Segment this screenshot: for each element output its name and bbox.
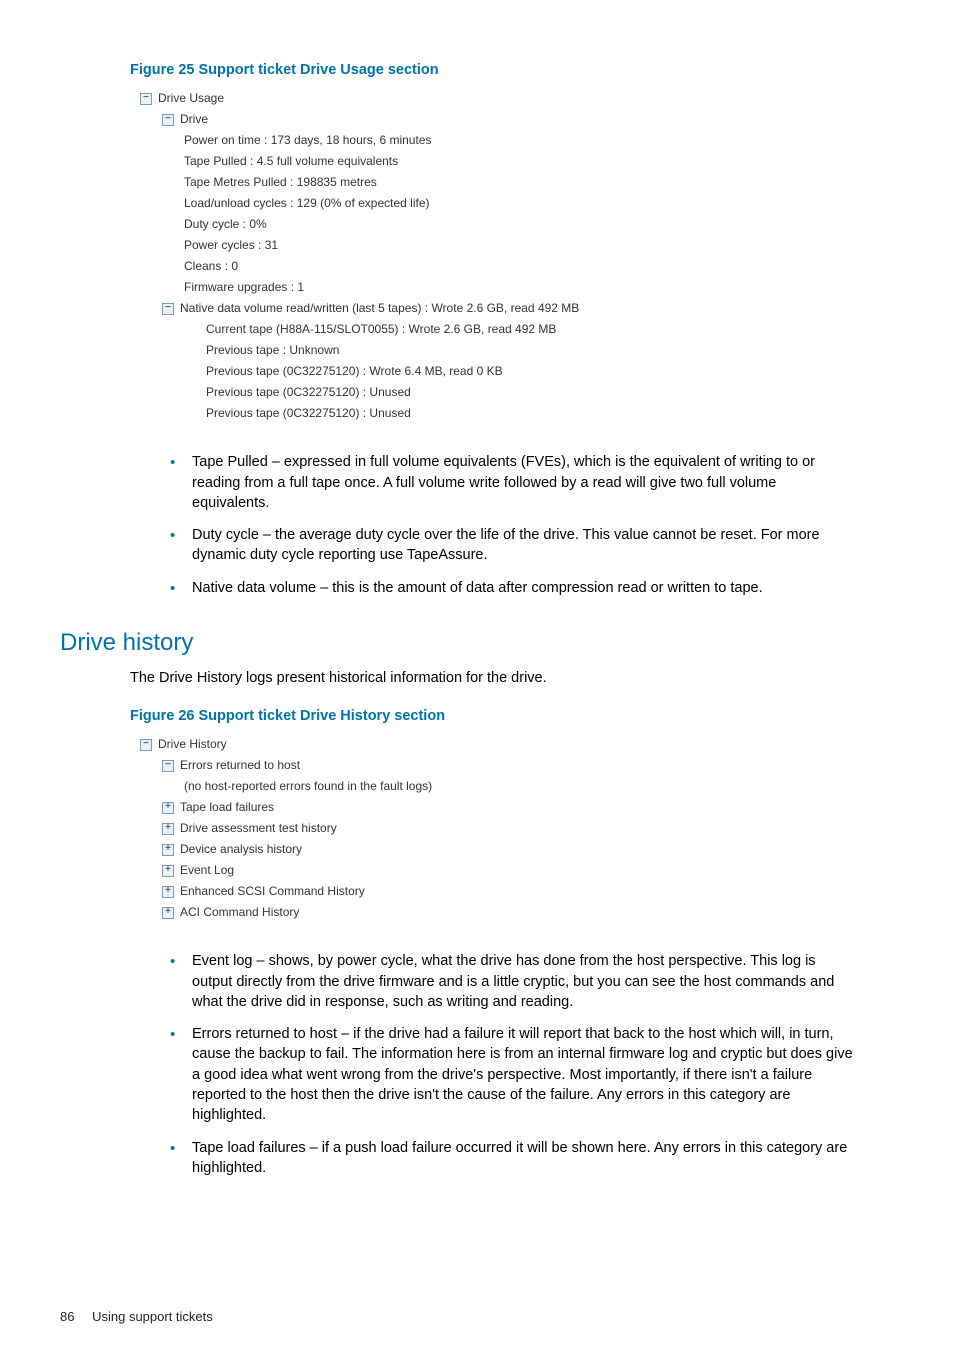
figure26-caption: Figure 26 Support ticket Drive History s…	[130, 706, 894, 726]
expand-icon[interactable]: +	[162, 907, 174, 919]
tree-leaf: Cleans : 0	[184, 256, 894, 277]
expand-icon[interactable]: +	[162, 823, 174, 835]
tree-label: Drive History	[158, 734, 227, 755]
tree-leaf: Power on time : 173 days, 18 hours, 6 mi…	[184, 130, 894, 151]
footer-title: Using support tickets	[92, 1309, 213, 1324]
tree-node-aci-history[interactable]: + ACI Command History	[162, 902, 894, 923]
tree-node-drive-history[interactable]: − Drive History	[140, 734, 894, 755]
tree-leaf: Current tape (H88A-115/SLOT0055) : Wrote…	[206, 319, 894, 340]
tree-node-native-volume[interactable]: − Native data volume read/written (last …	[162, 298, 894, 319]
tree-leaf: Previous tape (0C32275120) : Wrote 6.4 M…	[206, 361, 894, 382]
bullets-figure25: Tape Pulled – expressed in full volume e…	[170, 452, 854, 598]
figure25-caption: Figure 25 Support ticket Drive Usage sec…	[130, 60, 894, 80]
tree-leaf: Load/unload cycles : 129 (0% of expected…	[184, 193, 894, 214]
tree-leaf: Previous tape (0C32275120) : Unused	[206, 403, 894, 424]
list-item: Duty cycle – the average duty cycle over…	[170, 525, 854, 566]
section-intro: The Drive History logs present historica…	[130, 668, 894, 688]
tree-label: Tape load failures	[180, 797, 274, 818]
tree-label: Device analysis history	[180, 839, 302, 860]
tree-label: Drive assessment test history	[180, 818, 337, 839]
tree-label: Errors returned to host	[180, 755, 300, 776]
expand-icon[interactable]: +	[162, 865, 174, 877]
collapse-icon[interactable]: −	[162, 303, 174, 315]
bullets-figure26: Event log – shows, by power cycle, what …	[170, 951, 854, 1178]
tree-node-drive[interactable]: − Drive	[162, 109, 894, 130]
tree-leaf: Previous tape (0C32275120) : Unused	[206, 382, 894, 403]
tree-label: Enhanced SCSI Command History	[180, 881, 365, 902]
expand-icon[interactable]: +	[162, 844, 174, 856]
section-heading-drive-history: Drive history	[60, 626, 894, 660]
tree-leaf: Previous tape : Unknown	[206, 340, 894, 361]
tree-leaf: Firmware upgrades : 1	[184, 277, 894, 298]
tree-label: Drive	[180, 109, 208, 130]
list-item: Tape Pulled – expressed in full volume e…	[170, 452, 854, 513]
tree-leaf: Duty cycle : 0%	[184, 214, 894, 235]
list-item: Native data volume – this is the amount …	[170, 578, 854, 598]
tree-node-event-log[interactable]: + Event Log	[162, 860, 894, 881]
page-number: 86	[60, 1309, 74, 1324]
list-item: Errors returned to host – if the drive h…	[170, 1024, 854, 1125]
tree-node-errors-to-host[interactable]: − Errors returned to host	[162, 755, 894, 776]
tree-leaf: Power cycles : 31	[184, 235, 894, 256]
tree-leaf: Tape Pulled : 4.5 full volume equivalent…	[184, 151, 894, 172]
tree-label: ACI Command History	[180, 902, 299, 923]
drive-usage-tree: − Drive Usage − Drive Power on time : 17…	[140, 88, 894, 424]
tree-label: Drive Usage	[158, 88, 224, 109]
collapse-icon[interactable]: −	[140, 93, 152, 105]
tree-label: Event Log	[180, 860, 234, 881]
expand-icon[interactable]: +	[162, 886, 174, 898]
drive-history-tree: − Drive History − Errors returned to hos…	[140, 734, 894, 923]
collapse-icon[interactable]: −	[162, 760, 174, 772]
tree-node-tape-load-failures[interactable]: + Tape load failures	[162, 797, 894, 818]
list-item: Event log – shows, by power cycle, what …	[170, 951, 854, 1012]
list-item: Tape load failures – if a push load fail…	[170, 1138, 854, 1179]
collapse-icon[interactable]: −	[140, 739, 152, 751]
tree-node-drive-assessment[interactable]: + Drive assessment test history	[162, 818, 894, 839]
tree-node-drive-usage[interactable]: − Drive Usage	[140, 88, 894, 109]
tree-node-device-analysis[interactable]: + Device analysis history	[162, 839, 894, 860]
expand-icon[interactable]: +	[162, 802, 174, 814]
page-footer: 86 Using support tickets	[60, 1308, 894, 1326]
tree-node-scsi-history[interactable]: + Enhanced SCSI Command History	[162, 881, 894, 902]
tree-leaf: Tape Metres Pulled : 198835 metres	[184, 172, 894, 193]
tree-leaf: (no host-reported errors found in the fa…	[184, 776, 894, 797]
collapse-icon[interactable]: −	[162, 114, 174, 126]
tree-label: Native data volume read/written (last 5 …	[180, 298, 579, 319]
